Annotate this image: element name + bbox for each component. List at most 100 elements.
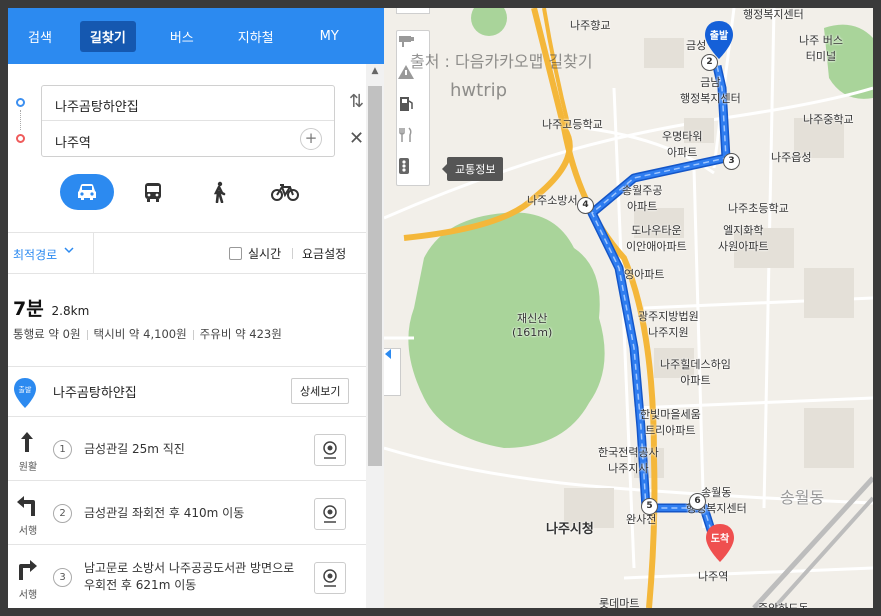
waypoint-marker[interactable]: 5	[641, 498, 658, 515]
car-icon	[78, 184, 96, 200]
waypoint-marker[interactable]: 4	[577, 197, 594, 214]
mountain-label: 재신산 (161m)	[512, 312, 553, 339]
fuel-cost: 주유비 약 423원	[199, 327, 282, 341]
step-map-button[interactable]	[314, 498, 346, 530]
step-map-button[interactable]	[314, 562, 346, 594]
step-instruction: 금성관길 좌회전 후 410m 이동	[84, 506, 245, 520]
panel-scrollbar[interactable]: ▲	[366, 64, 384, 608]
start-dot-icon	[16, 98, 25, 107]
route-step[interactable]: 서행 2 금성관길 좌회전 후 410m 이동	[8, 482, 366, 545]
directions-content: 나주곰탕하얀집 나주역 + ⇅ ✕ 최적경로 실시간 요금설정 7분 2.8km…	[8, 64, 366, 608]
step-map-button[interactable]	[314, 434, 346, 466]
start-point-row: 출발 나주곰탕하얀집 상세보기	[8, 367, 366, 417]
realtime-checkbox[interactable]	[229, 247, 242, 260]
divider	[292, 248, 293, 259]
start-pin-icon: 출발	[14, 378, 36, 408]
straight-arrow-icon	[21, 432, 33, 452]
map-label: 송월동	[780, 488, 825, 507]
start-marker[interactable]: 출발	[704, 20, 734, 60]
step-number: 3	[53, 568, 72, 587]
tab-subway[interactable]: 지하철	[228, 21, 284, 52]
traffic-status: 원활	[18, 462, 38, 473]
route-step[interactable]: 원활 1 금성관길 25m 직진	[8, 418, 366, 481]
map-label: 나주중학교	[803, 113, 854, 126]
gas-station-button[interactable]	[397, 95, 431, 126]
tab-my[interactable]: MY	[310, 23, 349, 50]
route-summary: 7분 2.8km 통행료 약 0원 택시비 약 4,100원 주유비 약 423원	[13, 294, 353, 341]
mode-car-button[interactable]	[60, 174, 114, 210]
waypoint-marker[interactable]: 6	[689, 493, 706, 510]
bus-icon	[145, 183, 161, 202]
divider	[93, 233, 94, 273]
map-label: 나주고등학교	[542, 118, 603, 131]
map-label: 중앙하도동	[758, 600, 809, 608]
map-label: 나주시청	[546, 522, 594, 537]
mode-walk-button[interactable]	[192, 174, 246, 210]
svg-text:출발: 출발	[19, 385, 32, 394]
collapse-panel-button[interactable]	[384, 348, 401, 396]
map-label: 나주읍성	[771, 151, 812, 164]
route-duration: 7분	[13, 298, 44, 320]
walk-icon	[213, 181, 226, 203]
map-label: 나주향교	[570, 19, 611, 32]
step-instruction: 남고문로 소방서 나주공공도서관 방면으로 우회전 후 621m 이동	[84, 561, 295, 592]
fare-setting-link[interactable]: 요금설정	[302, 245, 346, 262]
map-pin-icon	[323, 441, 337, 459]
turn-right-icon	[19, 560, 37, 580]
close-icon[interactable]: ✕	[349, 129, 365, 149]
map-label: 금남 행정복지센터	[680, 76, 741, 105]
detail-view-button[interactable]: 상세보기	[291, 378, 350, 404]
mode-bus-button[interactable]	[126, 174, 180, 210]
route-step[interactable]: 서행 3 남고문로 소방서 나주공공도서관 방면으로 우회전 후 621m 이동	[8, 546, 366, 608]
route-inputs: 나주곰탕하얀집 나주역 +	[41, 85, 335, 157]
destination-input[interactable]: 나주역	[42, 122, 334, 157]
traffic-button[interactable]	[397, 157, 431, 188]
map-label: 한빛마을세움 트리아파트	[640, 408, 701, 437]
travel-mode-selector	[60, 174, 310, 210]
waypoint-marker[interactable]: 3	[723, 153, 740, 170]
map-label: 한국전력공사 나주지사	[598, 446, 659, 475]
top-navigation: 검색 길찾기 버스 지하철 MY	[8, 8, 384, 64]
route-options: 최적경로 실시간 요금설정	[8, 233, 366, 273]
chevron-left-icon	[385, 349, 391, 359]
tab-search[interactable]: 검색	[18, 21, 62, 52]
map-label: 영아파트	[624, 268, 665, 281]
map-label: 우명타워 아파트	[662, 130, 703, 159]
taxi-cost: 택시비 약 4,100원	[93, 327, 187, 341]
add-waypoint-button[interactable]: +	[300, 128, 322, 150]
map-pin-icon	[323, 569, 337, 587]
chevron-down-icon[interactable]	[64, 245, 74, 255]
end-marker[interactable]: 도착	[705, 523, 735, 563]
map-label: 나주역	[698, 570, 729, 583]
traffic-tooltip: 교통정보	[441, 157, 504, 181]
map-label: 나주 버스 터미널	[799, 34, 843, 63]
cost-summary: 통행료 약 0원 택시비 약 4,100원 주유비 약 423원	[13, 326, 282, 342]
bicycle-icon	[271, 184, 299, 201]
watermark: hwtrip	[450, 80, 508, 101]
scrollbar-thumb[interactable]	[368, 86, 382, 466]
source-watermark: 출처 : 다음카카오맵 길찾기	[410, 52, 593, 71]
map-label: 송월주공 아파트	[622, 184, 663, 213]
map-view[interactable]: 나주향교 금성 행정복지센터 나주 버스 터미널 금남 행정복지센터 나주고등학교 …	[384, 8, 873, 608]
directions-panel: 검색 길찾기 버스 지하철 MY 나주곰탕하얀집 나주역 + ⇅ ✕ 최적경로 …	[8, 8, 384, 608]
step-instruction: 금성관길 25m 직진	[84, 442, 185, 456]
traffic-status: 서행	[18, 590, 38, 601]
step-number: 1	[53, 440, 72, 459]
tab-directions[interactable]: 길찾기	[79, 20, 136, 52]
route-type-dropdown[interactable]: 최적경로	[13, 246, 57, 263]
route-distance: 2.8km	[51, 304, 90, 318]
swap-icon[interactable]: ⇅	[349, 92, 365, 112]
step-number: 2	[53, 504, 72, 523]
map-label: 롯데마트	[599, 597, 640, 608]
map-control-stub[interactable]	[396, 8, 430, 14]
end-dot-icon	[16, 134, 25, 143]
map-label: 광주지방법원 나주지원	[638, 310, 699, 339]
tab-bus[interactable]: 버스	[160, 21, 204, 52]
scroll-up-icon[interactable]: ▲	[366, 66, 384, 80]
traffic-light-icon	[399, 158, 409, 174]
toll-cost: 통행료 약 0원	[13, 327, 81, 341]
mode-bicycle-button[interactable]	[258, 174, 312, 210]
map-label: 나주힐데스하임 아파트	[660, 358, 731, 387]
start-location-input[interactable]: 나주곰탕하얀집	[42, 86, 334, 121]
restaurant-button[interactable]	[397, 126, 431, 157]
